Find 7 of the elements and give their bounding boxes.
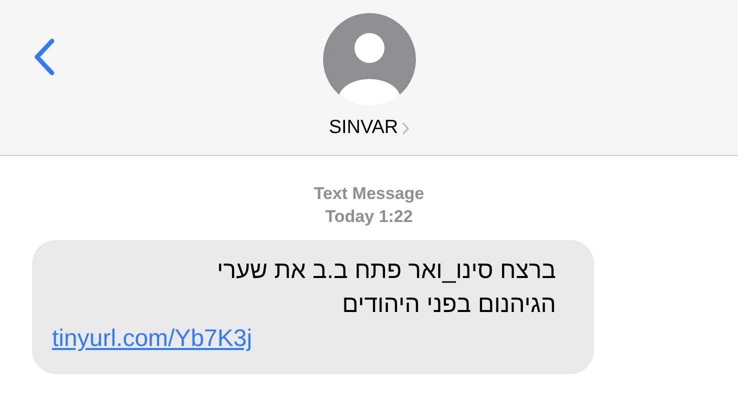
avatar-icon[interactable]: [322, 13, 416, 106]
message-text: ברצח סינו_ואר פתח ב.ב את שערי הגיהנום בפני היהודים: [216, 256, 556, 320]
timestamp: Today 1:22: [325, 206, 413, 228]
service-label: Text Message: [314, 183, 424, 205]
chevron-right-icon: [402, 122, 410, 135]
back-chevron-icon[interactable]: [33, 38, 55, 76]
contact-name[interactable]: SINVAR: [328, 114, 410, 142]
